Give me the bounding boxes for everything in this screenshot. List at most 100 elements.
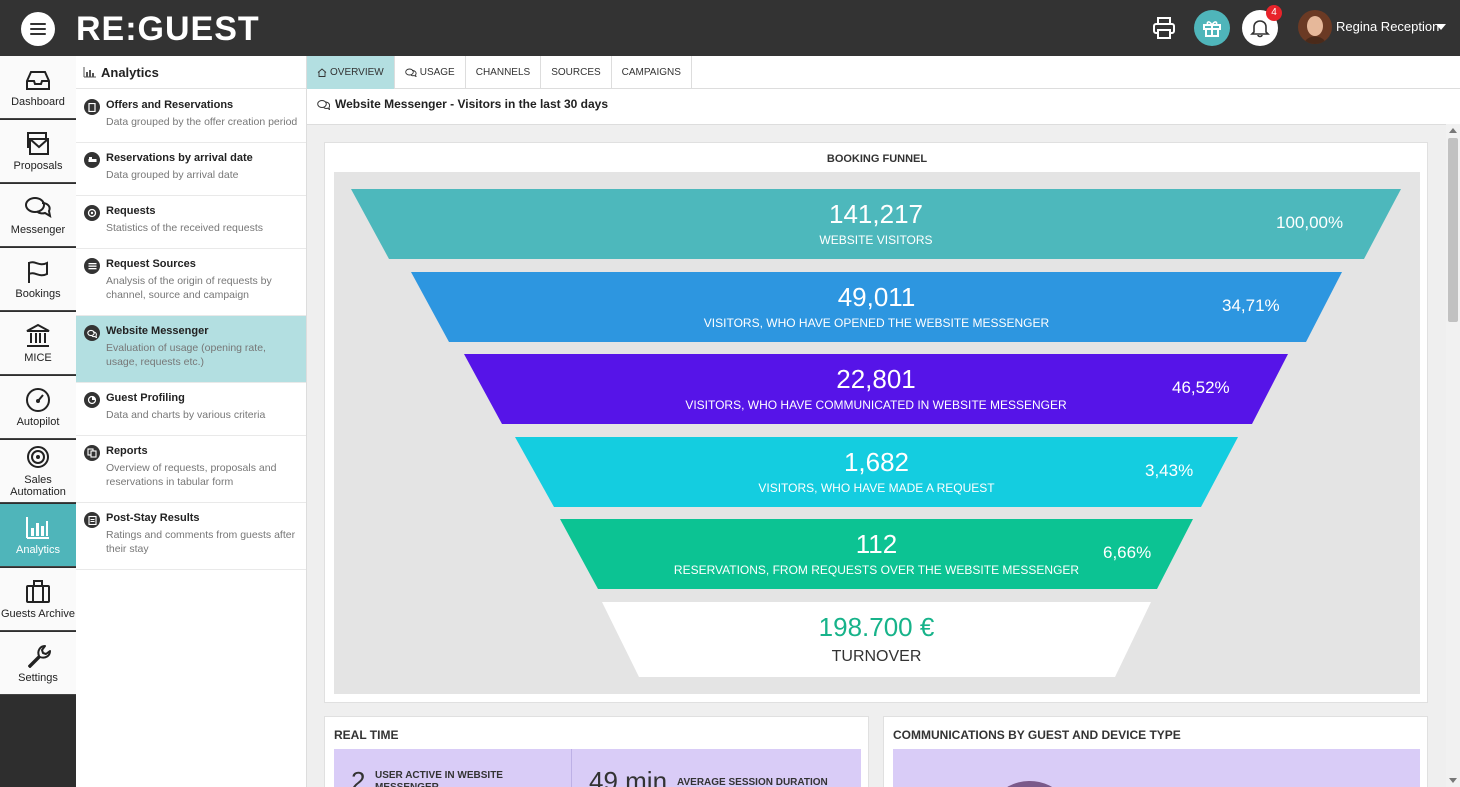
- bar-chart-icon: [26, 516, 49, 539]
- sidebar-item-title: Offers and Reservations: [106, 99, 234, 111]
- nav-item-dashboard[interactable]: Dashboard: [0, 56, 76, 119]
- tab-label: USAGE: [419, 67, 455, 78]
- notification-count-badge: 4: [1266, 5, 1282, 21]
- sidebar-item-desc: Analysis of the origin of requests by ch…: [106, 275, 272, 301]
- print-button[interactable]: [1146, 10, 1182, 46]
- funnel-stage-opened-messenger: 49,011 VISITORS, WHO HAVE OPENED THE WEB…: [411, 272, 1342, 342]
- gift-button[interactable]: [1194, 10, 1230, 46]
- sidebar-item-desc: Ratings and comments from guests after t…: [106, 529, 296, 555]
- real-time-title: REAL TIME: [334, 728, 399, 742]
- real-time-panel: 2 USER ACTIVE IN WEBSITE MESSENGER 49 mi…: [334, 749, 861, 787]
- nav-label: Settings: [18, 671, 58, 684]
- nav-item-settings[interactable]: Settings: [0, 632, 76, 695]
- analytics-sidebar: Analytics Offers and Reservations Data g…: [76, 56, 307, 787]
- funnel-stage-communicated: 22,801 VISITORS, WHO HAVE COMMUNICATED I…: [464, 354, 1288, 424]
- flag-icon: [28, 260, 48, 283]
- nav-item-guests-archive[interactable]: Guests Archive: [0, 568, 76, 631]
- sidebar-item-desc: Evaluation of usage (opening rate, usage…: [106, 342, 266, 368]
- stage-percent: 6,66%: [1103, 543, 1152, 562]
- tab-overview[interactable]: OVERVIEW: [307, 56, 395, 89]
- sidebar-item-offers-reservations[interactable]: Offers and Reservations Data grouped by …: [76, 90, 306, 143]
- stage-percent: 3,43%: [1145, 461, 1194, 480]
- communications-chart-panel: [893, 749, 1420, 787]
- divider: [571, 749, 572, 787]
- tab-label: OVERVIEW: [330, 67, 384, 78]
- sidebar-item-desc: Data grouped by the offer creation perio…: [106, 116, 298, 128]
- home-icon: [317, 68, 327, 77]
- tab-label: SOURCES: [551, 67, 601, 78]
- clipboard-icon: [84, 512, 100, 528]
- sidebar-item-title: Reports: [106, 445, 148, 457]
- booking-funnel-card: BOOKING FUNNEL 141,217 WEBSITE VISITORS …: [324, 142, 1428, 703]
- nav-label: Sales Automation: [10, 473, 66, 498]
- app-logo[interactable]: RE:GUEST: [76, 9, 260, 49]
- stage-value: 112: [855, 529, 898, 559]
- printer-icon: [1153, 17, 1175, 39]
- sidebar-item-title: Request Sources: [106, 258, 196, 270]
- active-users-count: 2: [351, 766, 366, 787]
- avatar[interactable]: [1298, 10, 1332, 44]
- stage-value: 22,801: [836, 364, 916, 394]
- bell-icon: [1250, 20, 1270, 38]
- sidebar-item-title: Reservations by arrival date: [106, 152, 253, 164]
- bed-icon: [84, 152, 100, 168]
- pie-chart-icon: [84, 392, 100, 408]
- turnover-value: 198.700 €: [818, 612, 935, 642]
- stage-label: WEBSITE VISITORS: [819, 233, 933, 247]
- nav-item-messenger[interactable]: Messenger: [0, 184, 76, 247]
- sidebar-item-reports[interactable]: Reports Overview of requests, proposals …: [76, 436, 306, 503]
- tab-label: CHANNELS: [475, 67, 531, 78]
- top-bar: RE:GUEST 4 Regina Reception: [0, 0, 1460, 56]
- hamburger-menu-button[interactable]: [21, 12, 55, 46]
- sidebar-item-requests[interactable]: Requests Statistics of the received requ…: [76, 196, 306, 249]
- communications-chart-partial: [1007, 780, 1053, 787]
- nav-label: Analytics: [15, 543, 61, 556]
- communications-card: COMMUNICATIONS BY GUEST AND DEVICE TYPE: [883, 716, 1428, 787]
- tab-channels[interactable]: CHANNELS: [466, 56, 542, 89]
- sidebar-header: Analytics: [76, 56, 306, 89]
- sidebar-item-website-messenger[interactable]: Website Messenger Evaluation of usage (o…: [76, 316, 306, 383]
- nav-item-autopilot[interactable]: Autopilot: [0, 376, 76, 439]
- session-duration-label: AVERAGE SESSION DURATION: [677, 777, 828, 787]
- stage-label: VISITORS, WHO HAVE OPENED THE WEBSITE ME…: [703, 316, 1050, 330]
- stage-percent: 100,00%: [1276, 213, 1344, 232]
- sidebar-item-guest-profiling[interactable]: Guest Profiling Data and charts by vario…: [76, 383, 306, 436]
- nav-item-proposals[interactable]: Proposals: [0, 120, 76, 183]
- vertical-scrollbar[interactable]: [1446, 124, 1460, 787]
- sidebar-item-reservations-arrival[interactable]: Reservations by arrival date Data groupe…: [76, 143, 306, 196]
- sidebar-item-title: Guest Profiling: [106, 392, 185, 404]
- tab-usage[interactable]: USAGE: [395, 56, 466, 89]
- gift-icon: [1203, 21, 1221, 37]
- sidebar-item-desc: Overview of requests, proposals and rese…: [106, 462, 277, 488]
- nav-item-analytics[interactable]: Analytics: [0, 504, 76, 567]
- user-name[interactable]: Regina Reception: [1336, 19, 1439, 35]
- sidebar-item-request-sources[interactable]: Request Sources Analysis of the origin o…: [76, 249, 306, 316]
- nav-item-mice[interactable]: MICE: [0, 312, 76, 375]
- funnel-stage-turnover: 198.700 € TURNOVER: [602, 602, 1151, 677]
- sidebar-item-desc: Statistics of the received requests: [106, 222, 263, 234]
- sidebar-item-title: Website Messenger: [106, 325, 209, 337]
- bar-chart-icon: [83, 66, 96, 77]
- wrench-icon: [28, 644, 51, 668]
- tab-sources[interactable]: SOURCES: [541, 56, 612, 89]
- sidebar-item-post-stay-results[interactable]: Post-Stay Results Ratings and comments f…: [76, 503, 306, 570]
- sidebar-item-desc: Data grouped by arrival date: [106, 169, 239, 181]
- stage-value: 141,217: [829, 199, 923, 229]
- communications-title: COMMUNICATIONS BY GUEST AND DEVICE TYPE: [893, 728, 1181, 742]
- nav-label: Proposals: [13, 159, 63, 172]
- nav-item-sales-automation[interactable]: Sales Automation: [0, 440, 76, 503]
- real-time-card: REAL TIME 2 USER ACTIVE IN WEBSITE MESSE…: [324, 716, 869, 787]
- scroll-thumb[interactable]: [1448, 138, 1458, 322]
- tab-campaigns[interactable]: CAMPAIGNS: [612, 56, 692, 89]
- chevron-down-icon[interactable]: [1436, 24, 1446, 30]
- copy-icon: [84, 445, 100, 461]
- notifications-button[interactable]: 4: [1242, 5, 1282, 46]
- nav-item-bookings[interactable]: Bookings: [0, 248, 76, 311]
- funnel-stage-reservations: 112 RESERVATIONS, FROM REQUESTS OVER THE…: [560, 519, 1193, 589]
- stage-value: 49,011: [837, 282, 916, 312]
- chat-bubbles-icon: [25, 196, 52, 218]
- sidebar-item-title: Post-Stay Results: [106, 512, 200, 524]
- scroll-up-icon[interactable]: [1449, 128, 1457, 133]
- section-title: Website Messenger - Visitors in the last…: [317, 97, 608, 111]
- scroll-down-icon[interactable]: [1449, 778, 1457, 783]
